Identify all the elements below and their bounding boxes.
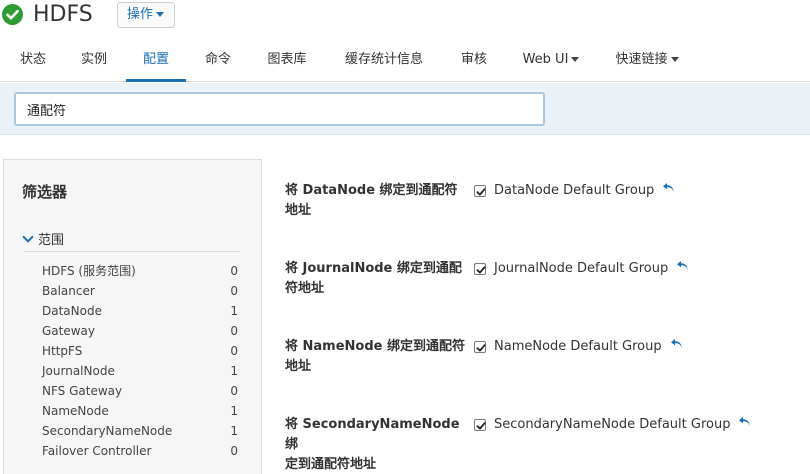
caret-down-icon [571, 57, 580, 62]
property-value: DataNode Default Group [494, 181, 675, 201]
property-label-line: 将 JournalNode 绑定到通配 [285, 261, 462, 276]
filter-panel: 筛选器 范围 HDFS (服务范围) 0 Balancer 0 DataNode 1 … [3, 159, 262, 474]
config-row-namenode-wildcard: 将 NameNode 绑定到通配符 地址 NameNode Default Gro… [285, 337, 805, 381]
role-group-label: NameNode Default Group [494, 339, 662, 354]
filter-name: NameNode [42, 404, 109, 418]
scope-filter-list: HDFS (服务范围) 0 Balancer 0 DataNode 1 Gateway… [42, 261, 238, 461]
filter-count: 1 [230, 304, 238, 318]
property-value: NameNode Default Group [494, 337, 683, 357]
caret-down-icon [156, 12, 165, 17]
filter-item-nfs-gateway[interactable]: NFS Gateway 0 [42, 381, 238, 401]
tab-label: 配置 [142, 52, 169, 67]
tab-label: 命令 [204, 52, 231, 67]
filter-item-namenode[interactable]: NameNode 1 [42, 401, 238, 421]
search-band [0, 83, 810, 135]
filter-item-gateway[interactable]: Gateway 0 [42, 321, 238, 341]
property-label-line: 将 DataNode 绑定到通配符 [285, 183, 458, 198]
tab-label: 审核 [460, 52, 487, 67]
config-row-journalnode-wildcard: 将 JournalNode 绑定到通配 符地址 JournalNode Defau… [285, 259, 805, 303]
filter-count: 0 [230, 384, 238, 398]
filter-count: 1 [230, 404, 238, 418]
role-group-label: SecondaryNameNode Default Group [494, 417, 731, 432]
property-checkbox[interactable] [474, 341, 486, 353]
property-checkbox[interactable] [474, 419, 486, 431]
filter-item-secondarynamenode[interactable]: SecondaryNameNode 1 [42, 421, 238, 441]
filter-name: DataNode [42, 304, 102, 318]
filter-count: 0 [230, 284, 238, 298]
filter-name: Failover Controller [42, 444, 152, 458]
property-checkbox[interactable] [474, 185, 486, 197]
tab-commands[interactable]: 命令 [203, 38, 233, 82]
tab-bar: 状态 实例 配置 命令 图表库 缓存统计信息 审核 Web UI 快速链接 [0, 38, 810, 82]
filter-count: 0 [230, 324, 238, 338]
property-label: 将 JournalNode 绑定到通配 符地址 [285, 259, 467, 299]
service-title: HDFS [33, 2, 93, 27]
actions-dropdown-button[interactable]: 操作 [117, 2, 175, 28]
filter-count: 1 [230, 364, 238, 378]
tab-configuration[interactable]: 配置 [126, 38, 186, 82]
filter-item-failover-controller[interactable]: Failover Controller 0 [42, 441, 238, 461]
filter-count: 0 [230, 264, 238, 278]
tab-label: Web UI [522, 52, 569, 67]
filter-title: 筛选器 [22, 183, 68, 201]
property-value: SecondaryNameNode Default Group [494, 415, 751, 435]
revert-icon[interactable] [676, 260, 689, 271]
filter-name: SecondaryNameNode [42, 424, 173, 438]
filter-name: NFS Gateway [42, 384, 123, 398]
property-label-line: 地址 [285, 359, 312, 374]
divider [24, 251, 240, 252]
tab-chart-library[interactable]: 图表库 [265, 38, 309, 82]
service-header: HDFS 操作 [0, 0, 810, 36]
property-label-line: 将 SecondaryNameNode 绑 [285, 417, 460, 452]
role-group-label: JournalNode Default Group [494, 261, 669, 276]
tab-status[interactable]: 状态 [18, 38, 48, 82]
property-label-line: 符地址 [285, 281, 325, 296]
revert-icon[interactable] [670, 338, 683, 349]
filter-name: Gateway [42, 324, 96, 338]
filter-name: Balancer [42, 284, 95, 298]
tab-quick-links[interactable]: 快速链接 [611, 38, 683, 82]
role-group-label: DataNode Default Group [494, 183, 655, 198]
check-circle-icon [2, 4, 23, 25]
filter-item-hdfs-service[interactable]: HDFS (服务范围) 0 [42, 261, 238, 281]
filter-count: 0 [230, 444, 238, 458]
filter-item-httpfs[interactable]: HttpFS 0 [42, 341, 238, 361]
config-row-datanode-wildcard: 将 DataNode 绑定到通配符 地址 DataNode Default Gro… [285, 181, 805, 225]
filter-count: 1 [230, 424, 238, 438]
scope-toggle[interactable]: 范围 [22, 229, 65, 248]
property-label-line: 将 NameNode 绑定到通配符 [285, 339, 466, 354]
tab-label: 状态 [19, 52, 46, 67]
config-search-input[interactable] [14, 92, 545, 126]
filter-item-datanode[interactable]: DataNode 1 [42, 301, 238, 321]
scope-label: 范围 [38, 233, 65, 248]
revert-icon[interactable] [662, 182, 675, 193]
filter-item-journalnode[interactable]: JournalNode 1 [42, 361, 238, 381]
tab-label: 快速链接 [615, 52, 668, 67]
tab-audits[interactable]: 审核 [459, 38, 489, 82]
caret-down-icon [670, 57, 679, 62]
filter-name: HttpFS [42, 344, 83, 358]
filter-item-balancer[interactable]: Balancer 0 [42, 281, 238, 301]
revert-icon[interactable] [738, 416, 751, 427]
tab-web-ui[interactable]: Web UI [521, 38, 581, 82]
actions-label: 操作 [127, 7, 154, 22]
tab-instances[interactable]: 实例 [79, 38, 109, 82]
property-label: 将 SecondaryNameNode 绑定到通配符地址 [285, 415, 467, 474]
tab-label: 图表库 [267, 52, 307, 67]
property-label-line: 定到通配符地址 [285, 457, 377, 472]
filter-name: JournalNode [42, 364, 115, 378]
tab-label: 实例 [80, 52, 107, 67]
tab-label: 缓存统计信息 [344, 52, 423, 67]
property-label-line: 地址 [285, 203, 312, 218]
chevron-down-icon [22, 231, 34, 243]
filter-name: HDFS (服务范围) [42, 264, 136, 278]
filter-count: 0 [230, 344, 238, 358]
property-label: 将 DataNode 绑定到通配符 地址 [285, 181, 467, 221]
config-row-secondarynamenode-wildcard: 将 SecondaryNameNode 绑定到通配符地址 SecondaryNa… [285, 415, 805, 472]
property-value: JournalNode Default Group [494, 259, 689, 279]
property-label: 将 NameNode 绑定到通配符 地址 [285, 337, 467, 377]
property-checkbox[interactable] [474, 263, 486, 275]
tab-cache-statistics[interactable]: 缓存统计信息 [341, 38, 427, 82]
